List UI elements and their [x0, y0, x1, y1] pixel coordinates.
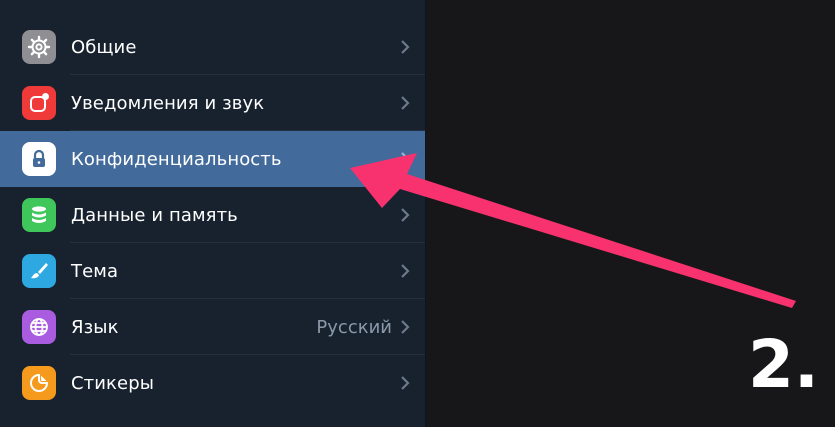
annotation-arrow: [350, 153, 796, 308]
step-number: 2.: [748, 326, 819, 403]
